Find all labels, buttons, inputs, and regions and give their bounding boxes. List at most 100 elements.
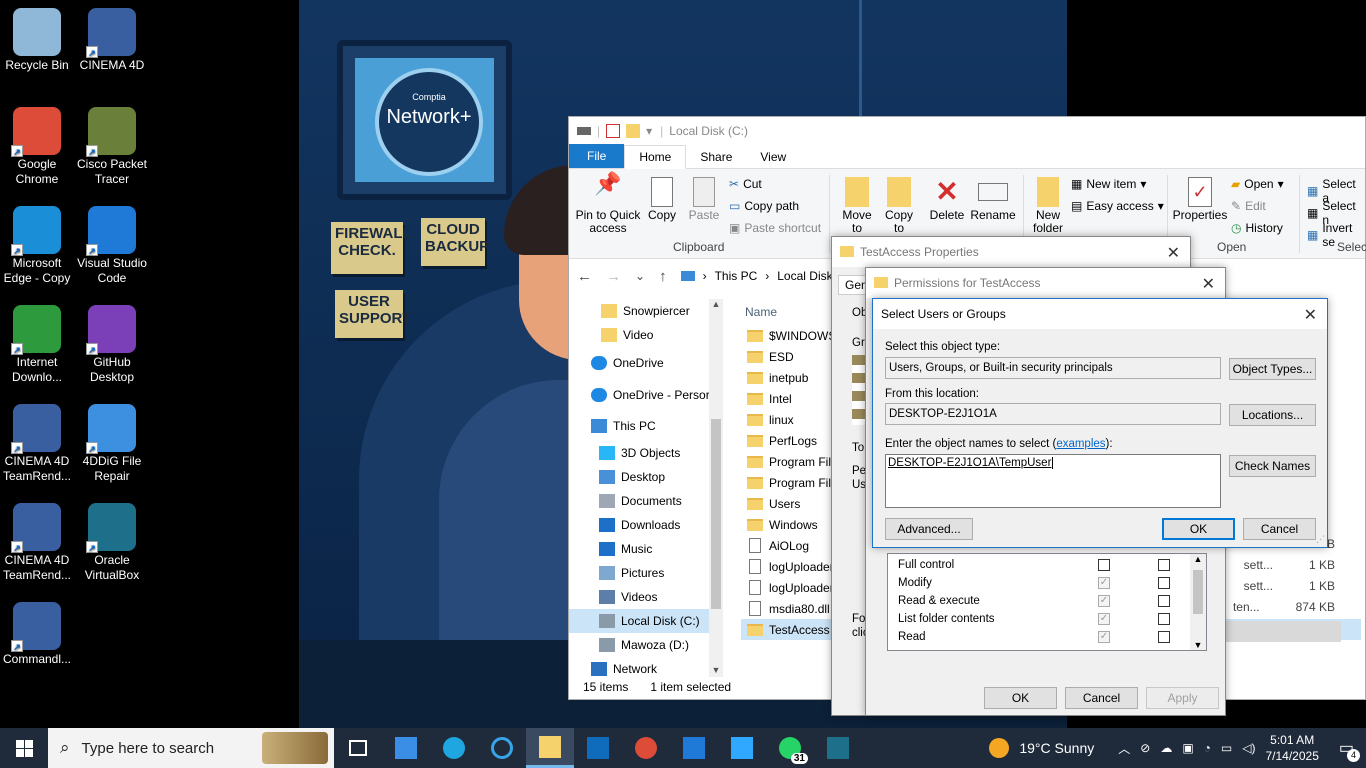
scroll-up-icon[interactable]: ▲ — [1190, 554, 1206, 564]
nav-item[interactable]: Network — [569, 657, 723, 677]
taskbar-search[interactable]: ⌕ Type here to search — [48, 728, 334, 768]
permissions-apply-button[interactable]: Apply — [1146, 687, 1219, 709]
tab-view[interactable]: View — [746, 146, 800, 168]
locations-button[interactable]: Locations... — [1229, 404, 1316, 426]
open-button[interactable]: ▰ Open ▾ — [1231, 177, 1284, 191]
nav-item[interactable]: OneDrive — [569, 347, 723, 379]
resize-grip-icon[interactable]: ⋰ — [1316, 534, 1325, 545]
taskbar-virtualbox-button[interactable] — [814, 728, 862, 768]
start-button[interactable] — [0, 728, 48, 768]
weather-sun-icon[interactable] — [989, 738, 1010, 758]
desktop-icon[interactable]: ↗ CINEMA 4D — [75, 8, 149, 73]
taskbar-file-explorer-button[interactable] — [526, 728, 574, 768]
allow-checkbox[interactable]: ✓ — [1098, 631, 1110, 643]
nav-item[interactable]: Downloads — [569, 513, 723, 537]
desktop-icon[interactable]: ↗ Visual Studio Code — [75, 206, 149, 286]
desktop-icon[interactable]: ↗ CINEMA 4D TeamRend... — [0, 503, 74, 583]
advanced-button[interactable]: Advanced... — [885, 518, 973, 540]
select-cancel-button[interactable]: Cancel — [1243, 518, 1316, 540]
nav-item[interactable]: Local Disk (C:) — [569, 609, 723, 633]
pin-quick-access-button[interactable]: 📌 Pin to Quick access — [575, 173, 641, 235]
breadcrumb-this-pc[interactable]: This PC — [715, 269, 758, 283]
nav-item[interactable]: OneDrive - Persor — [569, 379, 723, 411]
scroll-down-icon[interactable]: ▼ — [709, 665, 723, 675]
move-to-button[interactable]: Move to — [837, 177, 877, 235]
properties-quick-icon[interactable] — [606, 124, 621, 138]
notifications-button[interactable]: ▭ 4 — [1339, 738, 1360, 762]
paste-button[interactable]: Paste — [685, 177, 723, 222]
nav-item[interactable]: Pictures — [569, 561, 723, 585]
examples-link[interactable]: examples — [1056, 438, 1105, 450]
scroll-down-icon[interactable]: ▼ — [1190, 640, 1206, 650]
permissions-scroll-thumb[interactable] — [1193, 570, 1203, 614]
close-icon[interactable]: ✕ — [1304, 305, 1317, 325]
nav-item[interactable]: Documents — [569, 489, 723, 513]
close-icon[interactable]: ✕ — [1202, 274, 1215, 294]
nav-item[interactable]: Videos — [569, 585, 723, 609]
breadcrumb-local-disk[interactable]: Local Disk — [777, 269, 832, 283]
copy-path-button[interactable]: ▭ Copy path — [729, 199, 799, 213]
edit-button[interactable]: ✎ Edit — [1231, 199, 1266, 213]
object-types-button[interactable]: Object Types... — [1229, 358, 1316, 380]
taskbar-whatsapp-button[interactable]: 31 — [766, 728, 814, 768]
chevron-up-icon[interactable]: ︿ — [1118, 740, 1130, 757]
rename-button[interactable]: Rename — [969, 177, 1017, 222]
new-folder-button[interactable]: New folder — [1029, 177, 1067, 235]
copy-to-button[interactable]: Copy to — [879, 177, 919, 235]
clock[interactable]: 5:01 AM 7/14/2025 — [1265, 732, 1318, 764]
scroll-up-icon[interactable]: ▲ — [709, 299, 723, 309]
deny-checkbox[interactable] — [1158, 559, 1170, 571]
permissions-cancel-button[interactable]: Cancel — [1065, 687, 1138, 709]
chevron-down-icon[interactable]: ▾ — [646, 124, 652, 138]
taskbar-task-view-button[interactable] — [334, 728, 382, 768]
taskbar-photoshop-button[interactable] — [718, 728, 766, 768]
app-menu-icon[interactable] — [577, 127, 591, 135]
nav-item[interactable]: Music — [569, 537, 723, 561]
volume-icon[interactable]: ◁) — [1242, 741, 1255, 755]
cut-button[interactable]: ✂ Cut — [729, 177, 762, 191]
nav-item[interactable]: Desktop — [569, 465, 723, 489]
up-arrow-icon[interactable]: ↑ — [659, 268, 667, 285]
copy-button[interactable]: Copy — [645, 177, 679, 222]
paste-shortcut-button[interactable]: ▣ Paste shortcut — [729, 221, 821, 235]
battery-icon[interactable]: ▭ — [1221, 741, 1232, 755]
allow-checkbox[interactable]: ✓ — [1098, 577, 1110, 589]
allow-checkbox[interactable] — [1098, 559, 1110, 571]
desktop-icon[interactable]: ↗ CINEMA 4D TeamRend... — [0, 404, 74, 484]
easy-access-button[interactable]: ▤ Easy access ▾ — [1071, 199, 1164, 213]
wifi-icon[interactable]: ◔ — [1204, 741, 1211, 755]
allow-checkbox[interactable]: ✓ — [1098, 613, 1110, 625]
new-item-button[interactable]: ▦ New item ▾ — [1071, 177, 1146, 191]
taskbar-vscode-button[interactable] — [670, 728, 718, 768]
properties-button[interactable]: ✓ Properties — [1171, 177, 1229, 222]
select-ok-button[interactable]: OK — [1162, 518, 1235, 540]
cloud-icon[interactable]: ☁ — [1160, 741, 1172, 755]
nav-item[interactable]: This PC — [569, 411, 723, 441]
nav-item[interactable]: Video — [569, 323, 723, 347]
nav-scrollbar-thumb[interactable] — [711, 419, 721, 609]
close-icon[interactable]: ✕ — [1167, 243, 1180, 263]
nav-scrollbar[interactable]: ▲ ▼ — [709, 299, 723, 677]
permissions-ok-button[interactable]: OK — [984, 687, 1057, 709]
deny-checkbox[interactable] — [1158, 613, 1170, 625]
nav-item[interactable]: 3D Objects — [569, 441, 723, 465]
taskbar-outlook-button[interactable] — [574, 728, 622, 768]
deny-checkbox[interactable] — [1158, 631, 1170, 643]
desktop-icon[interactable]: ↗ Microsoft Edge - Copy — [0, 206, 74, 286]
allow-checkbox[interactable]: ✓ — [1098, 595, 1110, 607]
desktop-icon[interactable]: ↗ Google Chrome — [0, 107, 74, 187]
tab-file[interactable]: File — [569, 144, 625, 168]
taskbar-store-button[interactable] — [382, 728, 430, 768]
desktop-icon[interactable]: Recycle Bin — [0, 8, 74, 73]
taskbar-edge-button[interactable] — [430, 728, 478, 768]
desktop-icon[interactable]: ↗ GitHub Desktop — [75, 305, 149, 385]
taskbar-cortana-button[interactable] — [478, 728, 526, 768]
object-names-input[interactable]: DESKTOP-E2J1O1A\TempUser — [885, 454, 1221, 508]
desktop-icon[interactable]: ↗ Commandl... — [0, 602, 74, 667]
taskbar-chrome-button[interactable] — [622, 728, 670, 768]
new-folder-quick-icon[interactable] — [626, 124, 641, 138]
desktop-icon[interactable]: ↗ Oracle VirtualBox — [75, 503, 149, 583]
tab-home[interactable]: Home — [624, 145, 687, 169]
delete-button[interactable]: ✕ Delete — [925, 177, 969, 222]
desktop-icon[interactable]: ↗ Cisco Packet Tracer — [75, 107, 149, 187]
